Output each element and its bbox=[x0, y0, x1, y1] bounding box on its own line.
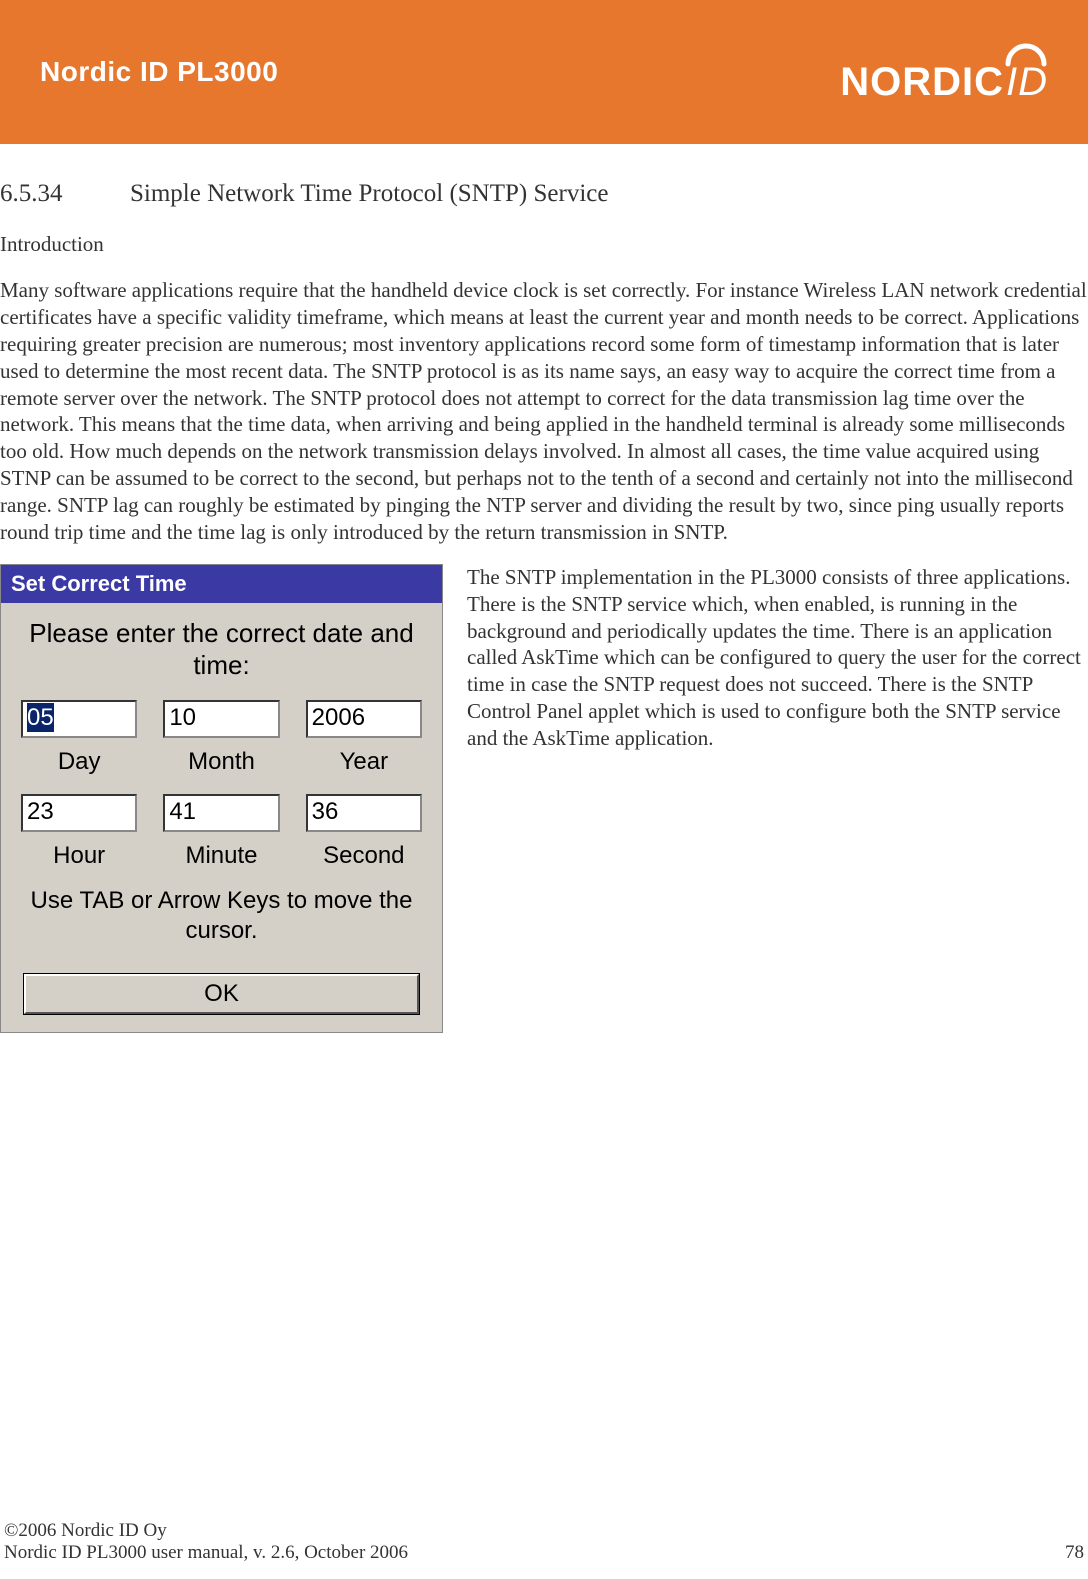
dialog-titlebar: Set Correct Time bbox=[1, 565, 442, 603]
month-input[interactable]: 10 bbox=[163, 700, 279, 738]
section-number: 6.5.34 bbox=[0, 180, 130, 208]
page-footer: ©2006 Nordic ID Oy Nordic ID PL3000 user… bbox=[0, 1520, 1088, 1564]
brand-name-main: NORDIC bbox=[840, 62, 1004, 102]
second-label: Second bbox=[323, 842, 404, 870]
side-paragraph: The SNTP implementation in the PL3000 co… bbox=[467, 564, 1088, 752]
dialog-hint: Use TAB or Arrow Keys to move the cursor… bbox=[15, 886, 428, 946]
ok-button[interactable]: OK bbox=[24, 974, 419, 1014]
month-label: Month bbox=[188, 748, 255, 776]
dialog-prompt: Please enter the correct date and time: bbox=[15, 617, 428, 682]
page-number: 78 bbox=[1065, 1542, 1084, 1564]
footer-copyright: ©2006 Nordic ID Oy bbox=[4, 1520, 408, 1542]
footer-manual-line: Nordic ID PL3000 user manual, v. 2.6, Oc… bbox=[4, 1542, 408, 1564]
second-input[interactable]: 36 bbox=[306, 794, 422, 832]
intro-paragraph: Many software applications require that … bbox=[0, 277, 1088, 546]
subheading-introduction: Introduction bbox=[0, 232, 1088, 257]
document-header: Nordic ID PL3000 NORDICID bbox=[0, 0, 1088, 144]
set-time-dialog: Set Correct Time Please enter the correc… bbox=[0, 564, 443, 1033]
year-label: Year bbox=[340, 748, 389, 776]
header-title: Nordic ID PL3000 bbox=[40, 56, 278, 88]
hour-input[interactable]: 23 bbox=[21, 794, 137, 832]
brand-logo: NORDICID bbox=[840, 42, 1048, 102]
brand-name-suffix: ID bbox=[1006, 62, 1048, 102]
section-heading: 6.5.34 Simple Network Time Protocol (SNT… bbox=[0, 180, 1088, 208]
hour-label: Hour bbox=[53, 842, 105, 870]
day-label: Day bbox=[58, 748, 101, 776]
minute-label: Minute bbox=[185, 842, 257, 870]
year-input[interactable]: 2006 bbox=[306, 700, 422, 738]
minute-input[interactable]: 41 bbox=[163, 794, 279, 832]
day-input[interactable]: 05 bbox=[21, 700, 137, 738]
section-title: Simple Network Time Protocol (SNTP) Serv… bbox=[130, 180, 608, 208]
